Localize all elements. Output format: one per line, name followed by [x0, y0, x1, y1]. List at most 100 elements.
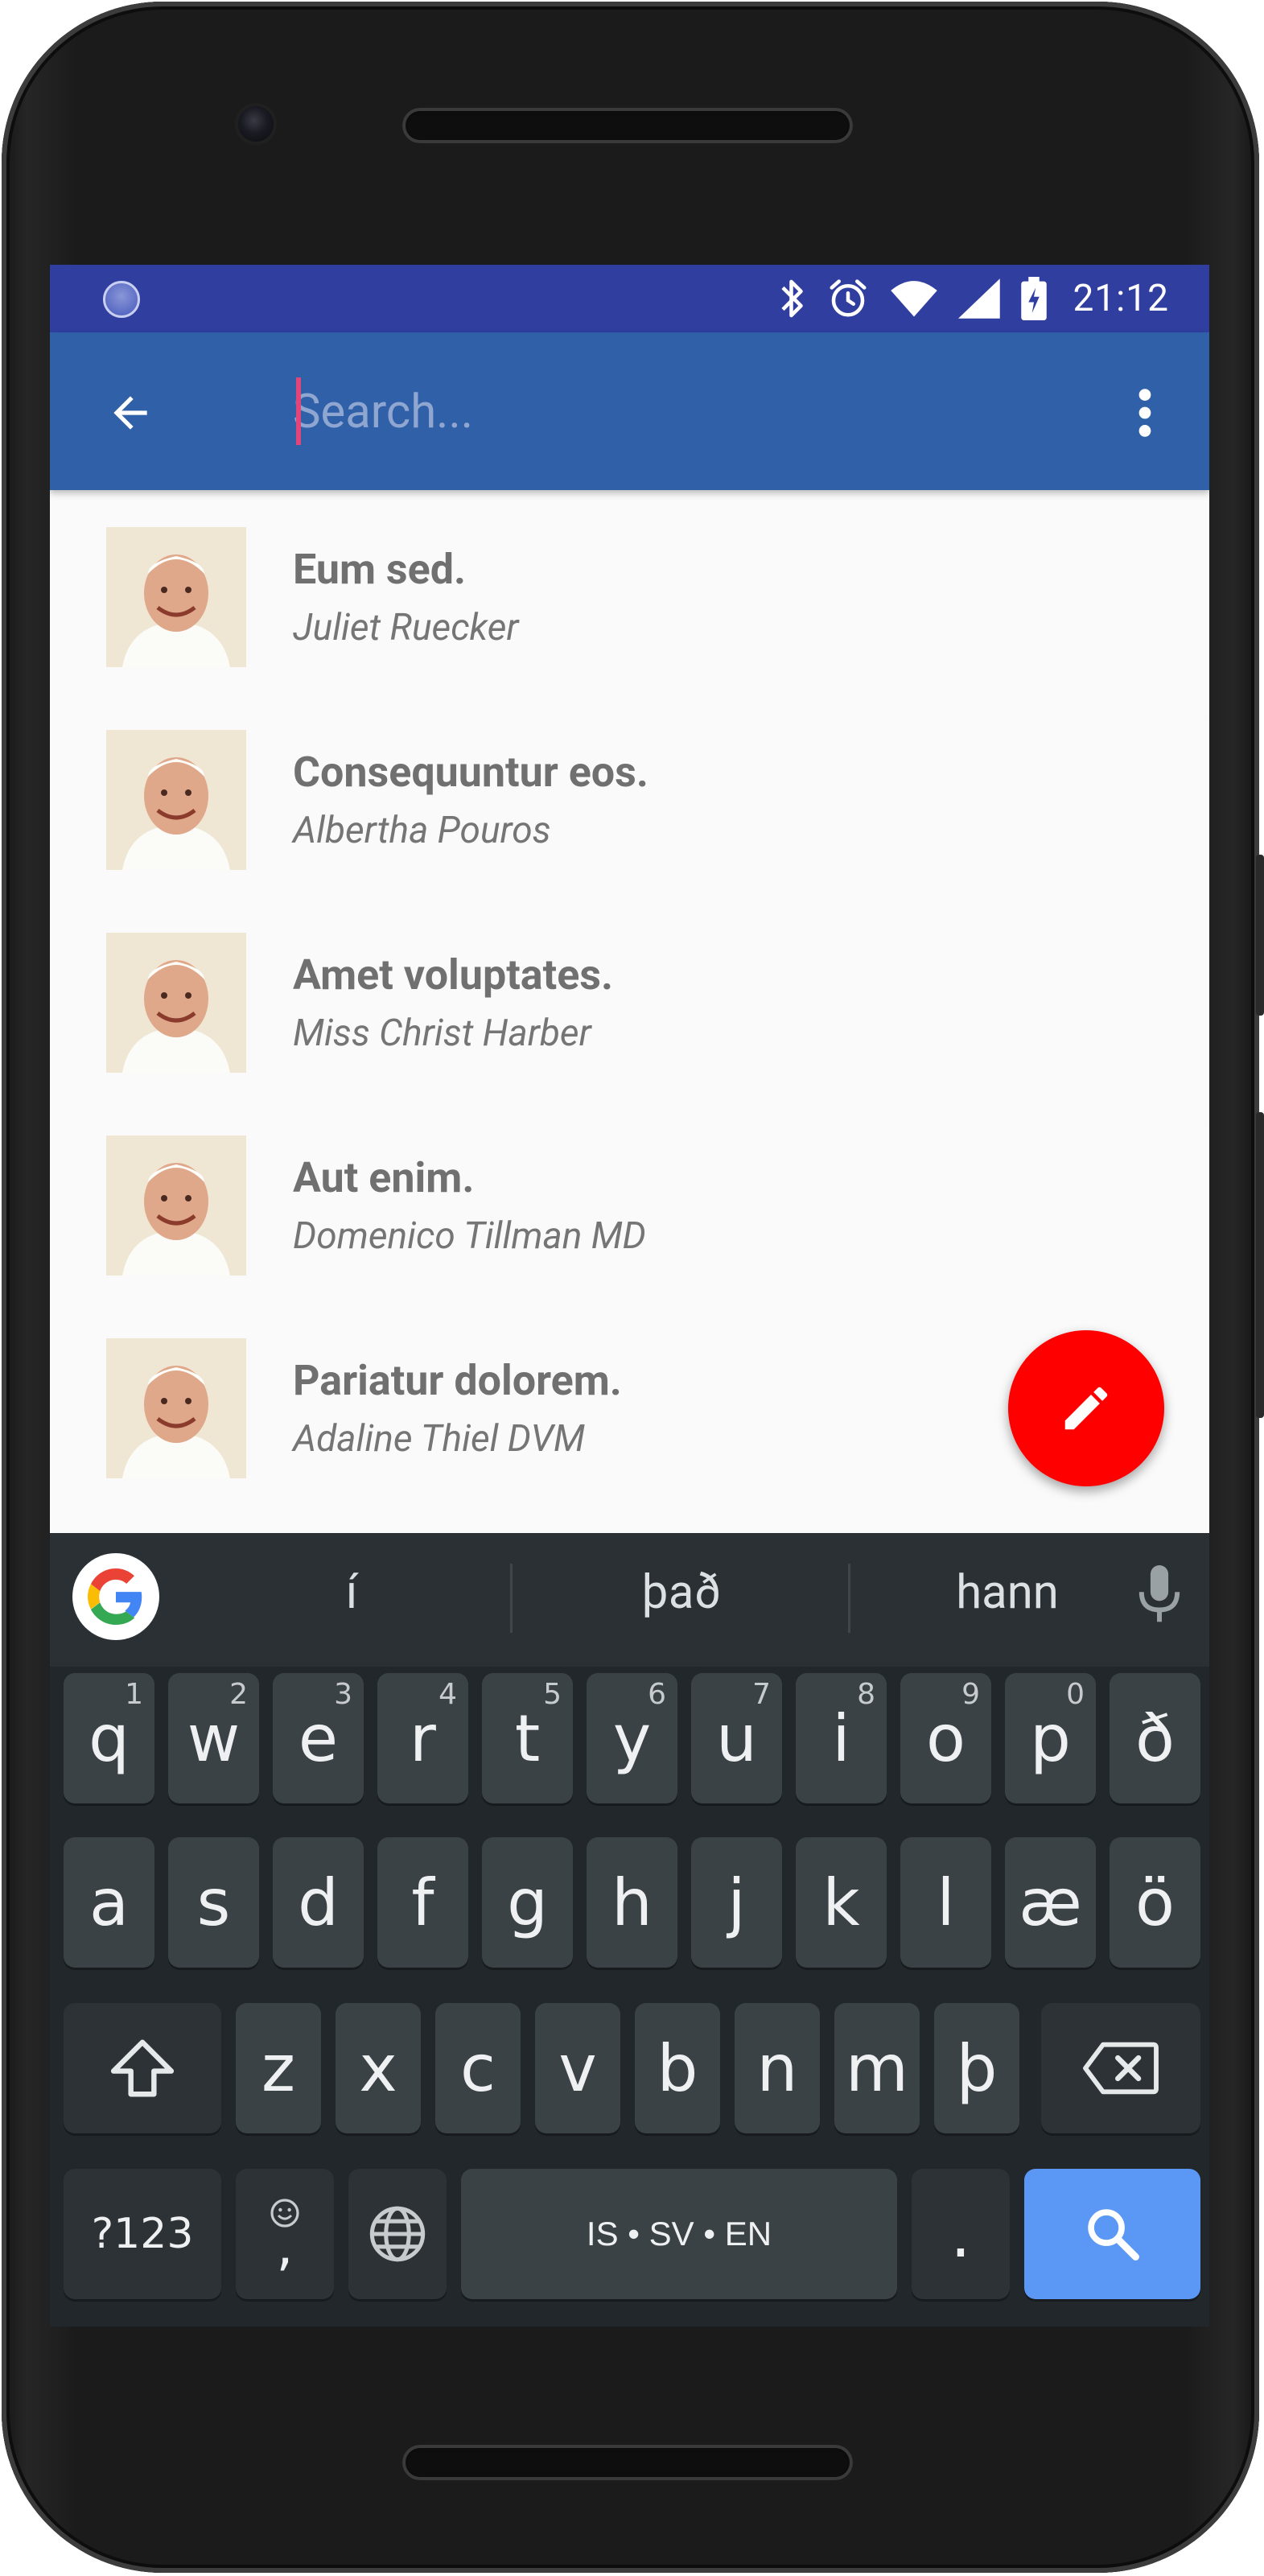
list-item[interactable]: Eum sed. Juliet Ruecker: [50, 498, 1209, 701]
list-item[interactable]: Consequuntur eos. Albertha Pouros: [50, 701, 1209, 904]
avatar: [106, 527, 246, 667]
key-f[interactable]: f: [377, 1837, 468, 1968]
item-title: Aut enim.: [293, 1153, 475, 1202]
key-q[interactable]: q1: [64, 1673, 154, 1803]
status-icons: 21:12: [778, 265, 1169, 332]
item-author: Adaline Thiel DVM: [293, 1417, 585, 1461]
comma-label: ,: [276, 2215, 294, 2277]
key-hint: 8: [857, 1678, 875, 1711]
alarm-icon: [830, 279, 867, 317]
overflow-menu-button[interactable]: [1113, 381, 1177, 445]
search-input[interactable]: [291, 371, 1099, 453]
globe-icon: [369, 2206, 426, 2262]
key-y[interactable]: y6: [587, 1673, 677, 1803]
avatar: [106, 730, 246, 870]
wifi-icon: [891, 281, 938, 317]
key-hint: 7: [752, 1678, 771, 1711]
key-g[interactable]: g: [482, 1837, 573, 1968]
emoji-comma-key[interactable]: ,: [236, 2169, 334, 2299]
key-k[interactable]: k: [796, 1837, 887, 1968]
suggestion-3[interactable]: hann: [854, 1565, 1160, 1620]
item-title: Consequuntur eos.: [293, 748, 648, 797]
key-l[interactable]: l: [900, 1837, 991, 1968]
volume-button: [1256, 1112, 1264, 1418]
key-r[interactable]: r4: [377, 1673, 468, 1803]
key-o-umlaut[interactable]: ö: [1110, 1837, 1200, 1968]
microphone-icon: [1138, 1565, 1180, 1622]
shift-key[interactable]: [64, 2003, 221, 2133]
key-s[interactable]: s: [168, 1837, 259, 1968]
key-t[interactable]: t5: [482, 1673, 573, 1803]
battery-charging-icon: [1021, 277, 1048, 320]
signal-icon: [958, 278, 1001, 319]
soft-keyboard: í það hann q1 w2 e3 r4 t5 y6 u7 i8 o9 p0…: [50, 1533, 1209, 2327]
key-j[interactable]: j: [691, 1837, 782, 1968]
key-ae[interactable]: æ: [1005, 1837, 1096, 1968]
google-g-icon: [88, 1568, 142, 1625]
key-hint: 4: [438, 1678, 457, 1711]
item-title: Eum sed.: [293, 545, 467, 594]
key-e[interactable]: e3: [273, 1673, 364, 1803]
backspace-key[interactable]: [1041, 2003, 1200, 2133]
key-i[interactable]: i8: [796, 1673, 887, 1803]
status-bar: 21:12: [50, 265, 1209, 332]
compose-fab[interactable]: [1008, 1330, 1164, 1486]
edit-pencil-icon: [1064, 1387, 1108, 1430]
arrow-back-icon: [113, 396, 147, 430]
suggestion-2[interactable]: það: [521, 1565, 842, 1620]
period-key[interactable]: .: [912, 2169, 1010, 2299]
key-d[interactable]: d: [273, 1837, 364, 1968]
key-m[interactable]: m: [834, 2003, 920, 2133]
list-item[interactable]: Amet voluptates. Miss Christ Harber: [50, 904, 1209, 1107]
key-h[interactable]: h: [587, 1837, 677, 1968]
key-hint: 9: [961, 1678, 980, 1711]
avatar: [106, 1338, 246, 1478]
key-eth[interactable]: ð: [1110, 1673, 1200, 1803]
key-c[interactable]: c: [435, 2003, 521, 2133]
key-thorn[interactable]: þ: [934, 2003, 1019, 2133]
key-z[interactable]: z: [236, 2003, 321, 2133]
backspace-icon: [1083, 2042, 1159, 2095]
symbols-key[interactable]: ?123: [64, 2169, 221, 2299]
avatar: [106, 1136, 246, 1276]
item-title: Amet voluptates.: [293, 950, 614, 999]
bluetooth-icon: [781, 279, 804, 318]
list-item[interactable]: Aut enim. Domenico Tillman MD: [50, 1107, 1209, 1309]
key-x[interactable]: x: [336, 2003, 421, 2133]
key-v[interactable]: v: [535, 2003, 620, 2133]
space-key[interactable]: IS • SV • EN: [461, 2169, 897, 2299]
voice-input-button[interactable]: [1138, 1565, 1180, 1628]
suggestion-divider: [848, 1564, 850, 1633]
key-hint: 5: [543, 1678, 562, 1711]
key-u[interactable]: u7: [691, 1673, 782, 1803]
power-button: [1256, 855, 1264, 1016]
key-p[interactable]: p0: [1005, 1673, 1096, 1803]
key-o[interactable]: o9: [900, 1673, 991, 1803]
key-hint: 1: [125, 1678, 143, 1711]
suggestion-1[interactable]: í: [203, 1565, 500, 1620]
key-hint: 3: [334, 1678, 352, 1711]
front-camera: [238, 106, 274, 142]
key-hint: 2: [229, 1678, 248, 1711]
suggestion-divider: [510, 1564, 513, 1633]
screen: 21:12 Search... Eum sed. Juliet Ruecker …: [50, 265, 1209, 2327]
item-author: Juliet Ruecker: [293, 606, 519, 649]
key-hint: 0: [1066, 1678, 1085, 1711]
item-author: Domenico Tillman MD: [293, 1214, 646, 1258]
avatar: [106, 933, 246, 1073]
suggestion-bar: í það hann: [50, 1533, 1209, 1667]
search-key[interactable]: [1024, 2169, 1200, 2299]
key-w[interactable]: w2: [168, 1673, 259, 1803]
status-time: 21:12: [1073, 277, 1169, 320]
item-author: Miss Christ Harber: [293, 1012, 591, 1055]
language-key[interactable]: [348, 2169, 447, 2299]
text-cursor: [296, 377, 301, 445]
key-hint: 6: [648, 1678, 666, 1711]
key-b[interactable]: b: [635, 2003, 720, 2133]
key-n[interactable]: n: [735, 2003, 820, 2133]
top-speaker: [402, 108, 853, 143]
google-logo-button[interactable]: [72, 1553, 159, 1640]
more-vert-icon: [1138, 389, 1151, 437]
key-a[interactable]: a: [64, 1837, 154, 1968]
back-button[interactable]: [98, 381, 163, 445]
